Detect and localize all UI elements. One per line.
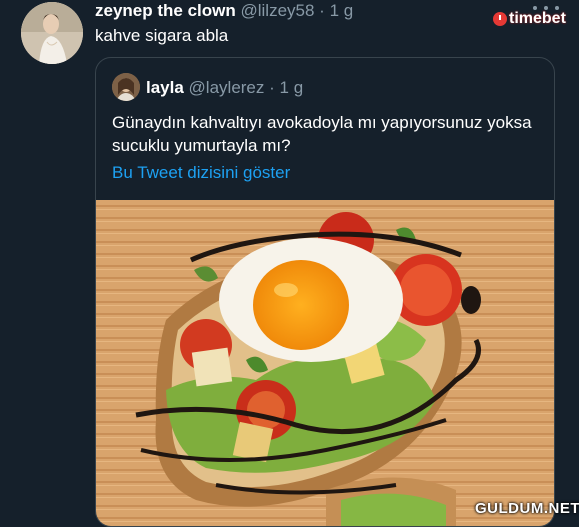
watermark: GULDUM.NET (475, 500, 579, 517)
brand-logo: timebet (489, 9, 570, 29)
author-name[interactable]: zeynep the clown (95, 1, 236, 20)
separator-dot: · (319, 1, 325, 20)
show-thread-link[interactable]: Bu Tweet dizisini göster (112, 162, 290, 184)
author-handle[interactable]: @lilzey58 (240, 1, 314, 20)
quoted-author-avatar[interactable] (112, 73, 140, 101)
clock-icon (493, 12, 507, 26)
quoted-tweet-card[interactable]: layla @laylerez · 1 g Günaydın kahvaltıy… (95, 57, 555, 527)
tweet-text: kahve sigara abla (95, 26, 229, 45)
quoted-author-handle[interactable]: @laylerez (189, 78, 265, 97)
quoted-tweet-time[interactable]: 1 g (280, 78, 304, 97)
quoted-tweet-text: Günaydın kahvaltıyı avokadoyla mı yapıyo… (112, 113, 532, 155)
quoted-tweet-header: layla @laylerez · 1 g (146, 78, 303, 98)
brand-logo-text: timebet (509, 10, 566, 27)
quoted-author-name[interactable]: layla (146, 78, 184, 97)
tweet-header: zeynep the clown @lilzey58 · 1 g (95, 1, 353, 21)
quoted-separator-dot: · (269, 78, 275, 97)
tweet-photo[interactable] (96, 200, 555, 527)
tweet-time[interactable]: 1 g (330, 1, 354, 20)
author-avatar[interactable] (21, 2, 83, 64)
